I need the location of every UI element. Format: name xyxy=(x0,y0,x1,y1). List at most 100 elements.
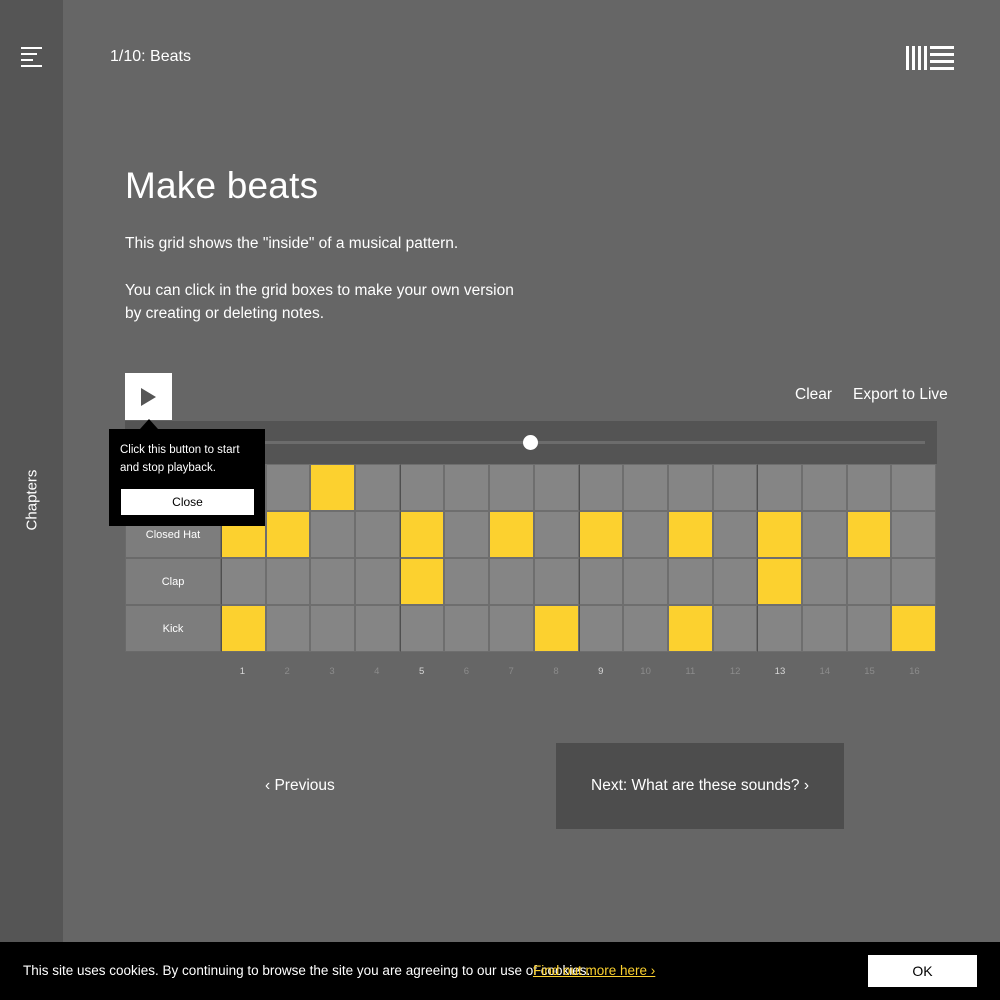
tooltip-text: Click this button to start and stop play… xyxy=(120,444,240,474)
grid-cell[interactable] xyxy=(712,605,758,652)
grid-cell[interactable] xyxy=(221,558,266,605)
grid-cell[interactable] xyxy=(891,511,936,558)
grid-cell-active[interactable] xyxy=(265,511,311,558)
grid-cell-active[interactable] xyxy=(399,511,445,558)
grid-cell[interactable] xyxy=(355,464,400,511)
grid-cell[interactable] xyxy=(846,605,892,652)
step-number: 15 xyxy=(864,666,875,677)
step-number: 12 xyxy=(729,666,741,677)
grid-cell[interactable] xyxy=(712,464,758,511)
grid-cell-active[interactable] xyxy=(667,511,713,558)
step-numbers: 1 2 3 4 5 6 7 8 9 10 11 12 13 14 15 16 xyxy=(220,666,937,677)
grid-cell[interactable] xyxy=(578,605,624,652)
chapters-toggle[interactable]: Chapters xyxy=(24,470,41,531)
grid-cell[interactable] xyxy=(489,558,534,605)
sequencer-row: Kick xyxy=(125,605,937,652)
grid-cell[interactable] xyxy=(533,558,579,605)
grid-cell[interactable] xyxy=(444,464,490,511)
grid-cell[interactable] xyxy=(801,511,847,558)
grid-cell[interactable] xyxy=(757,605,802,652)
sequencer-row: Clap xyxy=(125,558,937,605)
grid-cell[interactable] xyxy=(444,511,490,558)
grid-cell-active[interactable] xyxy=(757,511,802,558)
grid-cell[interactable] xyxy=(801,558,847,605)
grid-cell[interactable] xyxy=(265,605,311,652)
grid-cell[interactable] xyxy=(846,558,892,605)
next-button[interactable]: Next: What are these sounds? › xyxy=(556,743,844,829)
grid-cell[interactable] xyxy=(623,558,668,605)
clear-button[interactable]: Clear xyxy=(795,386,832,404)
tooltip-arrow xyxy=(140,419,158,429)
breadcrumb: 1/10: Beats xyxy=(110,48,191,65)
grid-cell-active[interactable] xyxy=(846,511,892,558)
grid-cell[interactable] xyxy=(667,558,713,605)
grid-cell[interactable] xyxy=(399,605,445,652)
grid-cell-active[interactable] xyxy=(667,605,713,652)
grid-cell[interactable] xyxy=(578,464,624,511)
row-label: Clap xyxy=(125,558,221,605)
ableton-logo[interactable] xyxy=(906,46,954,70)
grid-cell[interactable] xyxy=(533,464,579,511)
grid-cell[interactable] xyxy=(355,558,400,605)
step-number: 14 xyxy=(819,666,831,677)
grid-cell[interactable] xyxy=(757,464,802,511)
slider-thumb[interactable] xyxy=(523,435,539,450)
grid-cell[interactable] xyxy=(533,511,579,558)
grid-cell[interactable] xyxy=(355,605,400,652)
cookie-more-link[interactable]: Find out more here › xyxy=(533,963,655,978)
grid-cell[interactable] xyxy=(444,558,490,605)
step-number: 10 xyxy=(640,666,651,677)
grid-cell-active[interactable] xyxy=(221,605,266,652)
grid-cell[interactable] xyxy=(489,605,534,652)
export-to-live-button[interactable]: Export to Live xyxy=(853,386,948,404)
tooltip-close-button[interactable]: Close xyxy=(121,489,254,515)
hamburger-menu-icon[interactable] xyxy=(21,47,42,67)
grid-cell[interactable] xyxy=(578,558,624,605)
grid-cell[interactable] xyxy=(623,511,668,558)
intro-paragraph: This grid shows the "inside" of a musica… xyxy=(125,235,459,252)
step-number: 3 xyxy=(329,666,335,677)
step-number: 7 xyxy=(508,666,514,677)
grid-cell[interactable] xyxy=(891,558,936,605)
grid-cell[interactable] xyxy=(801,605,847,652)
grid-cell[interactable] xyxy=(801,464,847,511)
grid-cell[interactable] xyxy=(399,464,445,511)
grid-cell-active[interactable] xyxy=(891,605,936,652)
slider-track[interactable] xyxy=(245,441,925,444)
grid-cell[interactable] xyxy=(310,511,356,558)
grid-cell[interactable] xyxy=(667,464,713,511)
grid-cell-active[interactable] xyxy=(578,511,624,558)
grid-cell[interactable] xyxy=(623,464,668,511)
grid-cell[interactable] xyxy=(712,511,758,558)
previous-button[interactable]: ‹ Previous xyxy=(265,777,335,795)
grid-cell-active[interactable] xyxy=(489,511,534,558)
cookie-banner: This site uses cookies. By continuing to… xyxy=(0,942,1000,1000)
chapters-sidebar: Chapters xyxy=(0,0,63,1000)
step-number: 2 xyxy=(284,666,290,677)
grid-cell[interactable] xyxy=(489,464,534,511)
grid-cell[interactable] xyxy=(265,464,311,511)
page-title: Make beats xyxy=(125,165,319,206)
grid-cell[interactable] xyxy=(623,605,668,652)
grid-cell[interactable] xyxy=(310,605,356,652)
grid-cell[interactable] xyxy=(712,558,758,605)
step-number: 11 xyxy=(685,666,696,677)
step-number: 5 xyxy=(418,666,425,677)
grid-cell-active[interactable] xyxy=(757,558,802,605)
grid-cell-active[interactable] xyxy=(399,558,445,605)
intro-paragraph: You can click in the grid boxes to make … xyxy=(125,281,514,323)
grid-cell[interactable] xyxy=(891,464,936,511)
play-button[interactable] xyxy=(125,373,172,420)
grid-cell[interactable] xyxy=(310,558,356,605)
intro-text: This grid shows the "inside" of a musica… xyxy=(125,232,525,326)
step-number: 13 xyxy=(774,666,786,677)
cookie-ok-button[interactable]: OK xyxy=(868,955,977,987)
step-number: 1 xyxy=(239,666,246,677)
grid-cell-active[interactable] xyxy=(310,464,356,511)
grid-cell[interactable] xyxy=(846,464,892,511)
grid-cell[interactable] xyxy=(265,558,311,605)
step-number: 16 xyxy=(909,666,920,677)
grid-cell-active[interactable] xyxy=(533,605,579,652)
grid-cell[interactable] xyxy=(444,605,490,652)
grid-cell[interactable] xyxy=(355,511,400,558)
